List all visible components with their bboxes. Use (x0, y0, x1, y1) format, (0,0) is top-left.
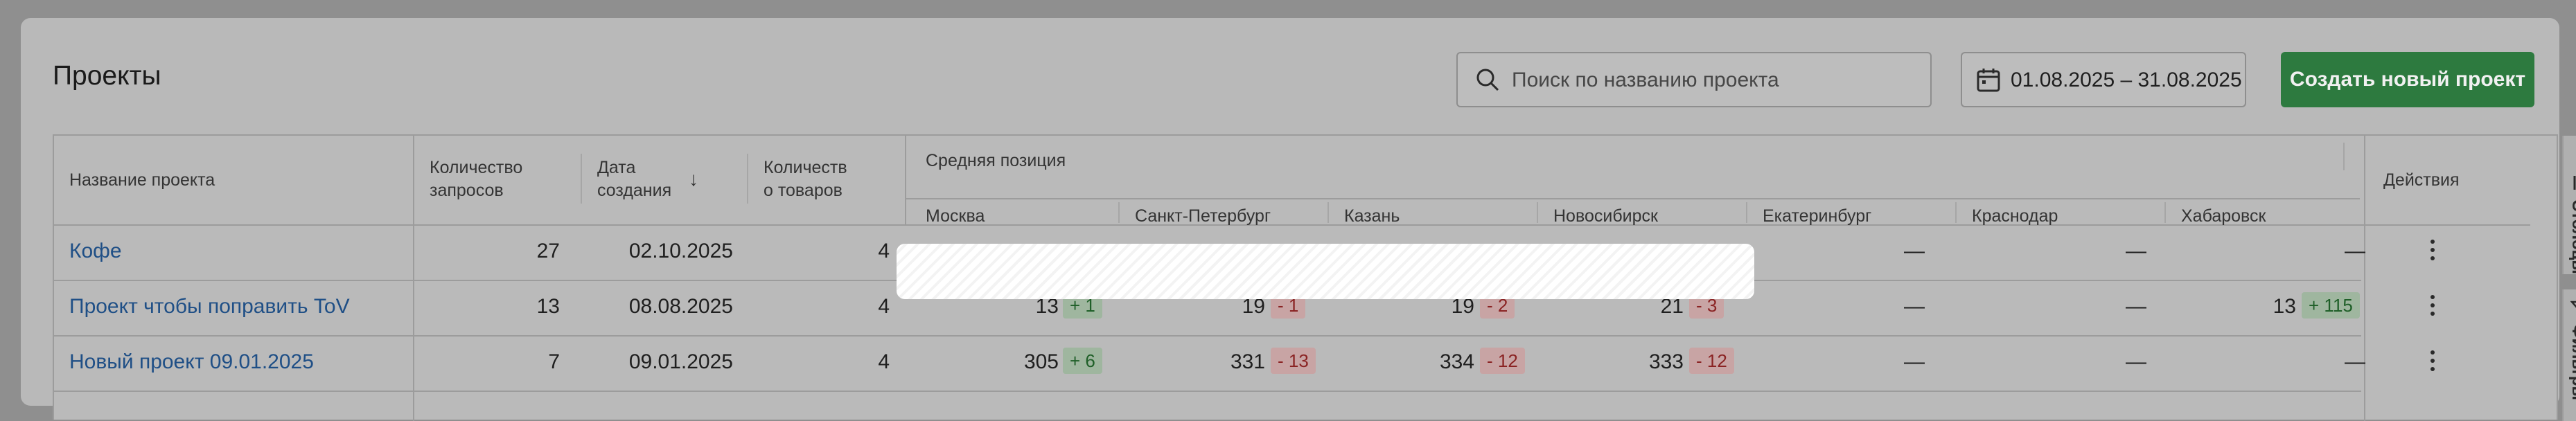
goods-count: 4 (878, 295, 890, 318)
page-title: Проекты (53, 61, 161, 91)
position-krasnodar: — (2126, 350, 2146, 373)
header-city-spb[interactable]: Санкт-Петербург (1135, 205, 1271, 228)
position-khabarovsk: 13 (2273, 295, 2296, 318)
sort-down-icon[interactable]: ↓ (689, 168, 698, 190)
columns-label: Столбцы (2568, 199, 2576, 274)
kebab-menu-icon[interactable] (2431, 240, 2435, 265)
position-krasnodar: — (2126, 295, 2146, 318)
header-actions: Действия (2383, 170, 2460, 190)
filter-icon (2570, 301, 2576, 308)
search-input[interactable] (1510, 55, 1915, 106)
position-moscow: 305 (1023, 350, 1059, 373)
position-delta-badge: - 12 (1480, 348, 1525, 374)
requests-count: 27 (536, 240, 560, 262)
created-date: 08.08.2025 (628, 295, 733, 318)
header-city-krasnodar[interactable]: Краснодар (1972, 205, 2058, 228)
position-delta-badge: + 115 (2302, 292, 2360, 319)
kebab-menu-icon[interactable] (2431, 295, 2435, 320)
position-krasnodar: — (2126, 240, 2146, 262)
projects-panel: Проекты 01.08.2025 – 31.08.2025 Создать … (21, 18, 2576, 421)
calendar-icon (1977, 69, 2000, 92)
header-avg-position: Средняя позиция (926, 151, 1066, 170)
kebab-menu-icon[interactable] (2431, 350, 2435, 375)
position-khabarovsk: — (2345, 240, 2365, 262)
position-ekaterinburg: — (1904, 295, 1925, 318)
create-project-button[interactable]: Создать новый проект (2281, 52, 2534, 107)
header-created[interactable]: Дата создания (597, 156, 671, 202)
header-requests[interactable]: Количество запросов (430, 156, 522, 202)
header-project-name[interactable]: Название проекта (69, 169, 215, 192)
created-date: 09.01.2025 (628, 350, 733, 373)
columns-tab[interactable]: Столбцы (2562, 136, 2576, 274)
header-goods[interactable]: Количеств о товаров (764, 156, 847, 202)
position-khabarovsk: — (2345, 350, 2365, 373)
header-city-kazan[interactable]: Казань (1344, 205, 1400, 228)
goods-count: 4 (878, 240, 890, 262)
position-ekaterinburg: — (1904, 350, 1925, 373)
project-link[interactable]: Проект чтобы поправить ToV (69, 295, 350, 319)
goods-count: 4 (878, 350, 890, 373)
columns-icon (2573, 176, 2576, 190)
requests-count: 7 (548, 350, 560, 373)
filters-label: Фильтры (2568, 324, 2576, 401)
header-city-novosibirsk[interactable]: Новосибирск (1553, 205, 1658, 228)
search-icon (1476, 69, 1499, 91)
date-range-label: 01.08.2025 – 31.08.2025 (2011, 69, 2242, 91)
position-delta-badge: - 13 (1271, 348, 1316, 374)
position-kazan: 334 (1439, 350, 1474, 373)
position-spb: 331 (1230, 350, 1265, 373)
position-delta-badge: + 6 (1063, 348, 1102, 374)
header-city-ekaterinburg[interactable]: Екатеринбург (1763, 205, 1871, 228)
header-city-khabarovsk[interactable]: Хабаровск (2181, 205, 2266, 228)
created-date: 02.10.2025 (628, 240, 733, 262)
redacted-area (897, 244, 1754, 299)
position-ekaterinburg: — (1904, 240, 1925, 262)
date-range-picker[interactable]: 01.08.2025 – 31.08.2025 (1961, 52, 2246, 107)
position-delta-badge: - 12 (1689, 348, 1734, 374)
position-novosibirsk: 333 (1648, 350, 1684, 373)
search-box[interactable] (1456, 52, 1932, 107)
project-link[interactable]: Новый проект 09.01.2025 (69, 350, 314, 374)
project-link[interactable]: Кофе (69, 240, 122, 263)
header-city-moscow[interactable]: Москва (926, 205, 985, 228)
requests-count: 13 (536, 295, 560, 318)
